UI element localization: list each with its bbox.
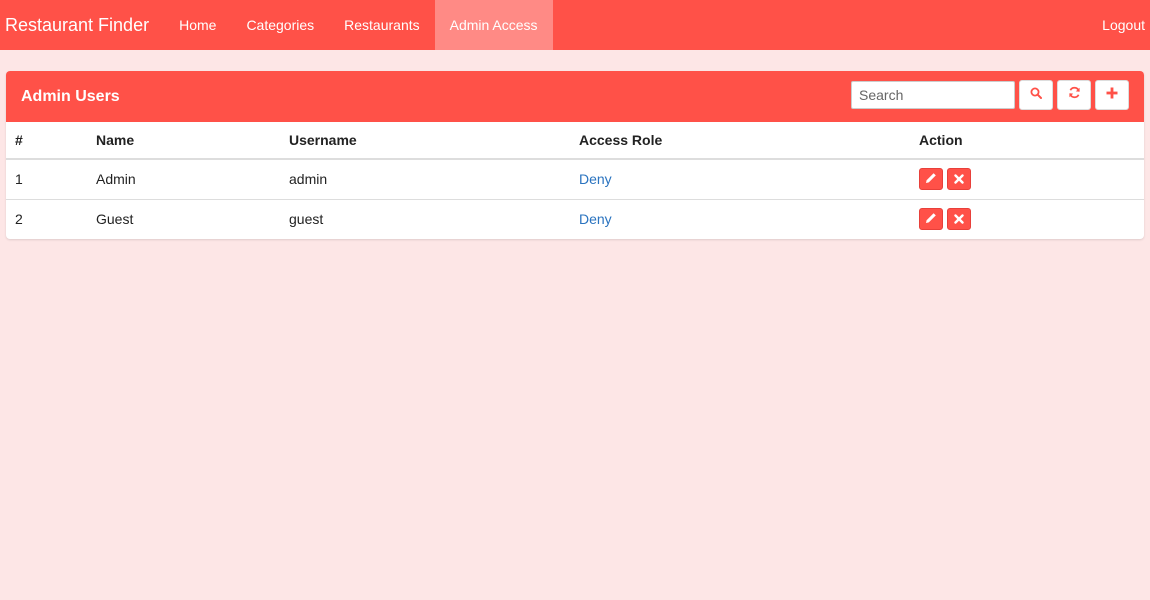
cell-number: 1	[6, 159, 87, 200]
table-header-row: # Name Username Access Role Action	[6, 122, 1144, 160]
nav-item-restaurants[interactable]: Restaurants	[329, 0, 434, 50]
refresh-button[interactable]	[1057, 80, 1091, 110]
table-row: 2 Guest guest Deny	[6, 199, 1144, 239]
cell-access-role: Deny	[570, 159, 910, 200]
cell-name: Guest	[96, 211, 134, 228]
edit-button[interactable]	[919, 208, 943, 231]
panel-heading: Admin Users	[6, 71, 1144, 122]
nav-item-admin-access[interactable]: Admin Access	[434, 0, 553, 50]
cell-access-role: Deny	[570, 199, 910, 239]
cell-username: guest	[289, 211, 324, 228]
header-action: Action	[910, 122, 1144, 160]
brand-title[interactable]: Restaurant Finder	[0, 0, 164, 50]
access-role-link[interactable]: Deny	[579, 211, 612, 227]
close-icon	[954, 171, 964, 187]
access-role-link[interactable]: Deny	[579, 171, 612, 187]
header-access-role: Access Role	[570, 122, 910, 160]
panel-title: Admin Users	[21, 87, 120, 105]
pencil-icon	[925, 211, 937, 227]
cell-action	[910, 159, 1144, 200]
panel-toolbar	[851, 80, 1129, 110]
logout-link[interactable]: Logout	[1102, 0, 1145, 50]
refresh-icon	[1068, 86, 1081, 104]
close-icon	[954, 211, 964, 227]
delete-button[interactable]	[947, 168, 971, 191]
add-user-button[interactable]	[1095, 80, 1129, 110]
header-number: #	[6, 122, 87, 160]
nav-item-home[interactable]: Home	[164, 0, 231, 50]
nav-item-categories[interactable]: Categories	[231, 0, 329, 50]
search-button[interactable]	[1019, 80, 1053, 110]
plus-icon	[1106, 86, 1118, 104]
cell-action	[910, 199, 1144, 239]
cell-username: admin	[280, 159, 570, 200]
delete-button[interactable]	[947, 208, 971, 231]
cell-name: Admin	[87, 159, 280, 200]
search-input[interactable]	[851, 81, 1015, 109]
header-name: Name	[87, 122, 280, 160]
admin-users-panel: Admin Users Search # Name Username Acces…	[6, 71, 1144, 239]
admin-users-table: # Name Username Access Role Action 1 Adm…	[6, 122, 1144, 239]
pencil-icon	[925, 171, 937, 187]
table-row: 1 Admin admin Deny	[6, 159, 1144, 200]
edit-button[interactable]	[919, 168, 943, 191]
search-icon	[1030, 86, 1042, 104]
cell-number: 2	[15, 211, 23, 228]
header-username: Username	[280, 122, 570, 160]
top-navbar: Restaurant Finder Home Categories Restau…	[0, 0, 1150, 50]
